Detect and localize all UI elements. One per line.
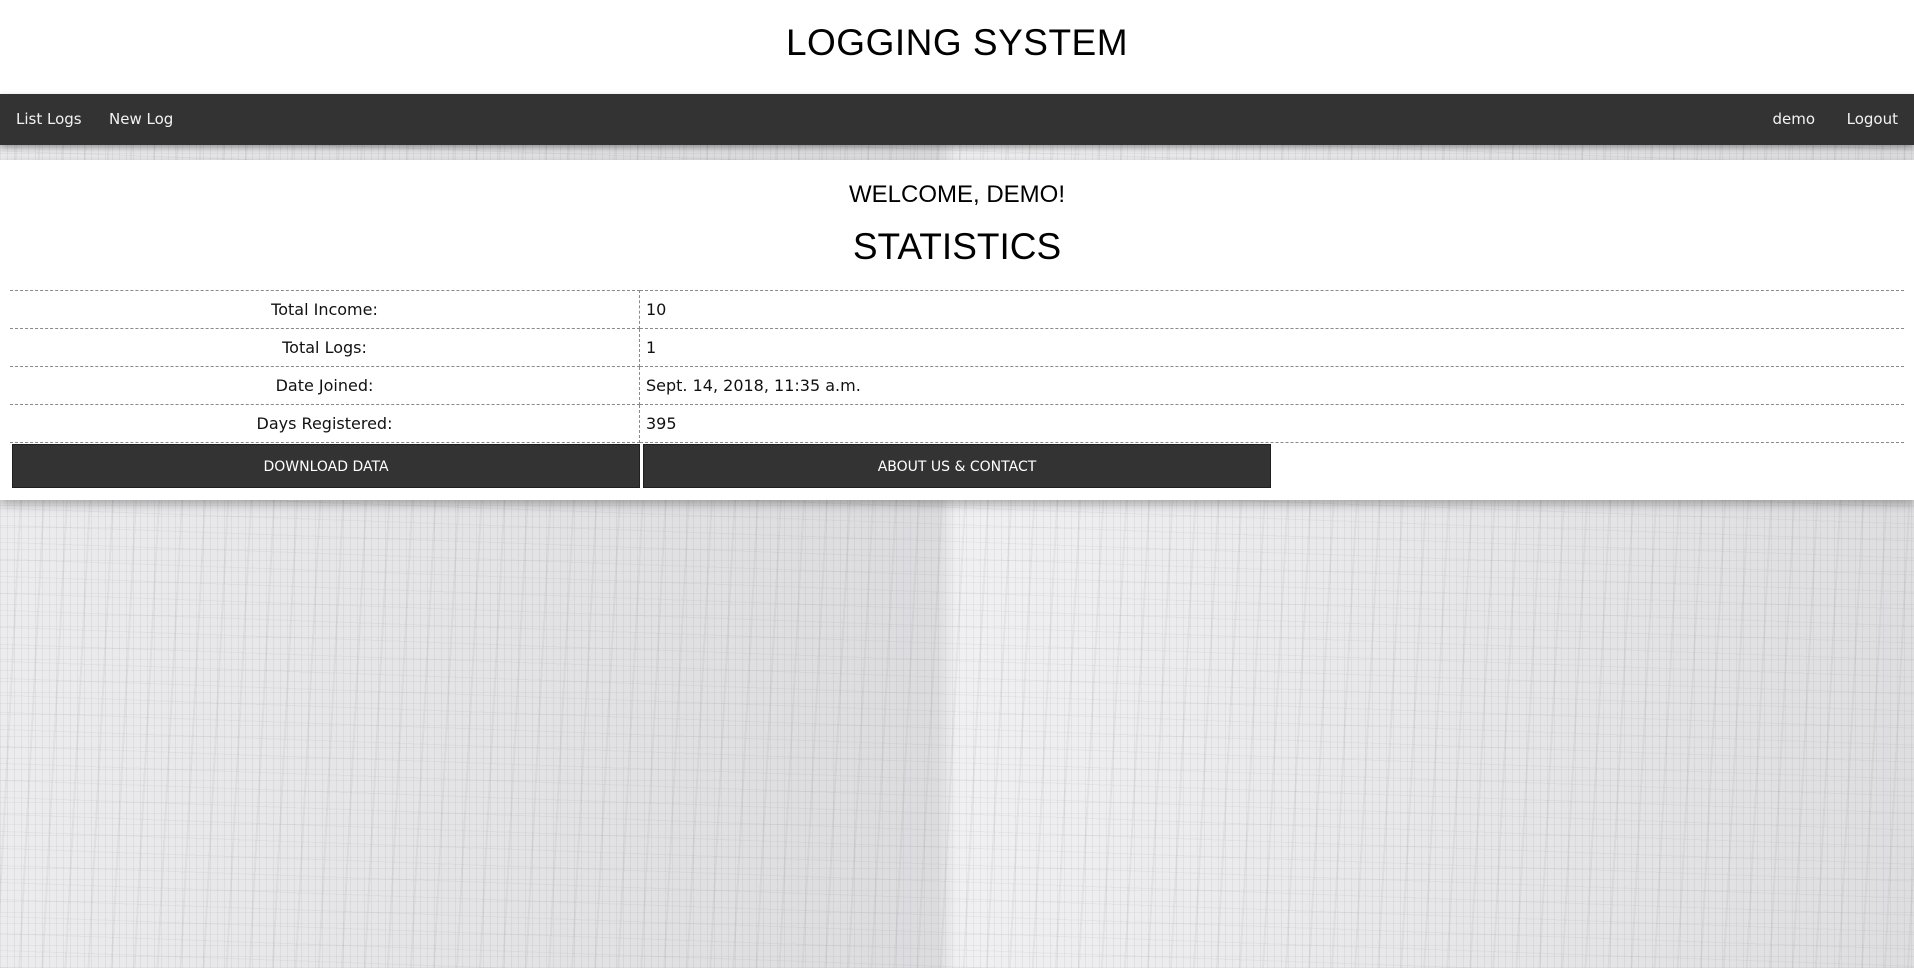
- statistics-table: Total Income: 10 Total Logs: 1 Date Join…: [10, 290, 1904, 443]
- navbar: List Logs New Log demo Logout: [0, 94, 1914, 145]
- stat-value: 10: [639, 290, 1904, 329]
- stat-label: Date Joined:: [10, 366, 640, 405]
- statistics-heading: STATISTICS: [852, 226, 1062, 267]
- table-row: Total Logs: 1: [10, 328, 1904, 367]
- nav-new-log[interactable]: New Log: [109, 94, 173, 145]
- table-row: Days Registered: 395: [10, 404, 1904, 443]
- download-data-button[interactable]: DOWNLOAD DATA: [12, 444, 640, 488]
- stat-label: Days Registered:: [10, 404, 640, 443]
- stat-label: Total Income:: [10, 290, 640, 329]
- nav-user[interactable]: demo: [1772, 94, 1815, 145]
- stat-value: 1: [639, 328, 1904, 367]
- main-panel: WELCOME, DEMO! STATISTICS Total Income: …: [0, 160, 1914, 500]
- stat-label: Total Logs:: [10, 328, 640, 367]
- nav-list-logs[interactable]: List Logs: [16, 94, 82, 145]
- about-contact-button[interactable]: ABOUT US & CONTACT: [643, 444, 1271, 488]
- nav-logout[interactable]: Logout: [1847, 94, 1898, 145]
- site-header: LOGGING SYSTEM: [0, 0, 1914, 94]
- site-title: LOGGING SYSTEM: [785, 22, 1129, 63]
- welcome-heading: WELCOME, DEMO!: [848, 181, 1065, 208]
- table-row: Total Income: 10: [10, 290, 1904, 329]
- stat-value: Sept. 14, 2018, 11:35 a.m.: [639, 366, 1904, 405]
- stat-value: 395: [639, 404, 1904, 443]
- table-row: Date Joined: Sept. 14, 2018, 11:35 a.m.: [10, 366, 1904, 405]
